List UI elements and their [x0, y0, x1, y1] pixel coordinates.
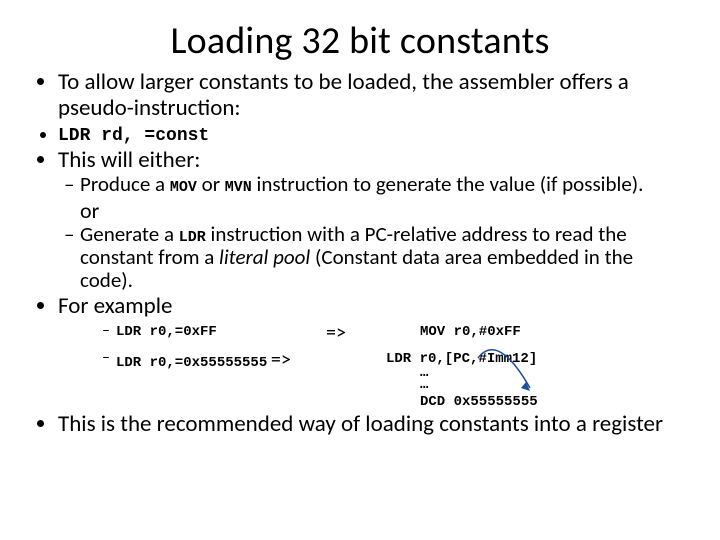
example-row-2: – LDR r0,=0x55555555 => LDR r0,[PC,#Imm1…	[102, 349, 684, 411]
t3: instruction to generate the value (if po…	[252, 171, 644, 197]
for-example-text: For example	[58, 292, 172, 320]
ex2-dcd: DCD 0x55555555	[420, 394, 538, 410]
code-ldr: LDR rd, =const	[58, 126, 209, 146]
t4: Generate a	[80, 221, 179, 247]
sub-list-2: Generate a LDR instruction with a PC-rel…	[80, 223, 684, 292]
mov-code: MOV	[170, 179, 197, 196]
ex1-right: MOV r0,#0xFF	[420, 324, 521, 340]
ex1-left: LDR r0,=0xFF	[116, 324, 217, 340]
ex2-right-block: LDR r0,[PC,#Imm12] … … DCD 0x55555555	[386, 349, 684, 411]
arrow-2: =>	[271, 348, 291, 372]
dash-icon: –	[102, 322, 116, 340]
bullet-recommended: This is the recommended way of loading c…	[58, 412, 684, 438]
ex2-dots-1: …	[420, 367, 684, 380]
ex2-left: LDR r0,=0x55555555	[116, 355, 267, 371]
bullet-list: To allow larger constants to be loaded, …	[36, 70, 684, 438]
bullet-example: For example – LDR r0,=0xFF => MOV r0,#0x…	[58, 294, 684, 411]
slide: Loading 32 bit constants To allow larger…	[0, 0, 720, 540]
bullet-intro: To allow larger constants to be loaded, …	[58, 70, 684, 122]
t2: or	[197, 171, 225, 197]
either-text: This will either:	[58, 146, 200, 174]
dash-icon: –	[102, 349, 116, 367]
bullet-code: LDR rd, =const	[58, 124, 684, 146]
literal-pool-em: literal pool	[219, 244, 310, 270]
sub-list-1: Produce a MOV or MVN instruction to gene…	[80, 173, 684, 196]
mvn-code: MVN	[225, 179, 252, 196]
bullet-either: This will either: Produce a MOV or MVN i…	[58, 148, 684, 292]
or-text: or	[80, 199, 684, 224]
t1: Produce a	[80, 171, 170, 197]
example-block: – LDR r0,=0xFF => MOV r0,#0xFF – LDR r0,…	[58, 322, 684, 411]
ex2-right-1: LDR r0,[PC,#Imm12]	[386, 351, 537, 367]
sub-ldr: Generate a LDR instruction with a PC-rel…	[80, 223, 684, 292]
arrow-1: =>	[326, 322, 386, 345]
sub-mov-mvn: Produce a MOV or MVN instruction to gene…	[80, 173, 684, 196]
slide-title: Loading 32 bit constants	[36, 18, 684, 64]
ex2-dots-2: …	[420, 379, 684, 392]
example-row-1: – LDR r0,=0xFF => MOV r0,#0xFF	[102, 322, 684, 345]
